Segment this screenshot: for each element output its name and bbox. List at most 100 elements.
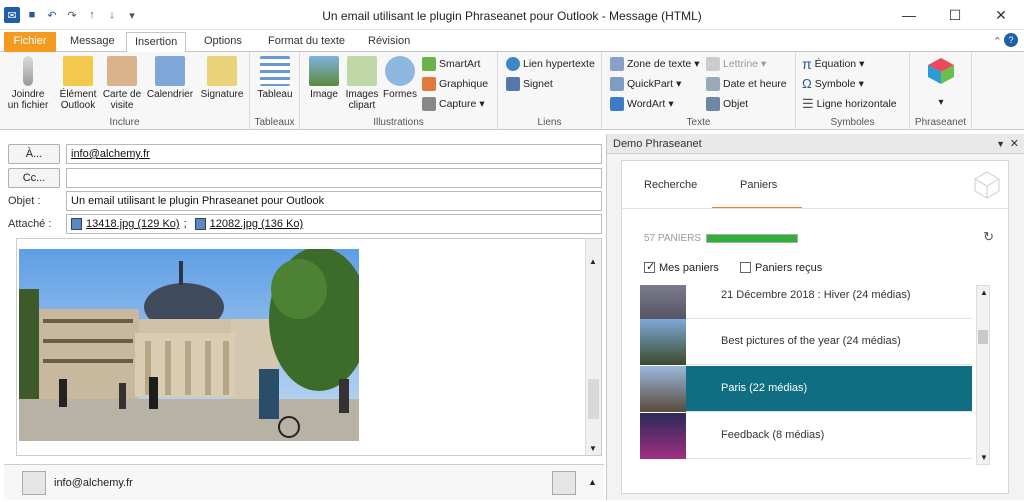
subject-field[interactable]: Un email utilisant le plugin Phraseanet … — [66, 191, 602, 211]
close-icon[interactable]: ✕ — [978, 0, 1024, 30]
phraseanet-button[interactable]: ▾ — [924, 56, 958, 108]
textbox-button[interactable]: Zone de texte ▾ — [610, 55, 700, 73]
list-item[interactable]: 21 Décembre 2018 : Hiver (24 médias) — [640, 285, 972, 319]
group-label: Liens — [537, 117, 562, 128]
scroll-up-arrow-icon[interactable]: ▲ — [589, 257, 597, 266]
list-item[interactable]: Paris (22 médias) — [640, 366, 972, 412]
paris-rotunda-photo — [19, 249, 359, 441]
scroll-thumb[interactable] — [978, 330, 988, 344]
inserted-photo[interactable] — [19, 249, 359, 441]
scroll-down-arrow-icon[interactable]: ▼ — [589, 444, 597, 453]
attachment-1[interactable]: 13418.jpg (129 Ko) — [86, 215, 180, 233]
shapes-icon — [385, 56, 415, 86]
image-file-icon — [71, 218, 82, 230]
to-field[interactable]: info@alchemy.fr — [66, 144, 602, 164]
to-button[interactable]: À... — [8, 144, 60, 164]
group-label: Illustrations — [373, 117, 424, 128]
window-title: Un email utilisant le plugin Phraseanet … — [322, 9, 702, 23]
signature-button[interactable]: Signature — [198, 56, 246, 100]
list-item[interactable]: Feedback (8 médias) — [640, 413, 972, 459]
tab-baskets[interactable]: Paniers — [740, 179, 777, 191]
contact-email[interactable]: info@alchemy.fr — [54, 477, 133, 489]
phraseanet-cube-icon — [928, 58, 954, 84]
list-scrollbar[interactable]: ▲ ▼ — [976, 285, 990, 465]
basket-thumbnail — [640, 285, 686, 319]
tab-search[interactable]: Recherche — [644, 179, 697, 191]
tab-insertion[interactable]: Insertion — [126, 32, 187, 53]
dropdown-arrow-icon: ▾ — [859, 58, 865, 70]
list-item[interactable]: Best pictures of the year (24 médias) — [640, 319, 972, 365]
group-illustrations: Image Images clipart Formes SmartArt Gra… — [300, 52, 498, 130]
received-baskets-checkbox[interactable]: Paniers reçus — [740, 262, 822, 274]
message-scrollbar[interactable]: ▲ ▼ — [585, 239, 601, 455]
dropdown-arrow-icon: ▾ — [676, 78, 682, 90]
cc-button[interactable]: Cc... — [8, 168, 60, 188]
object-button[interactable]: Objet — [706, 95, 748, 113]
panel-content: Recherche Paniers 57 PANIERS ↻ ✓ Mes pani… — [621, 160, 1009, 494]
clipart-button[interactable]: Images clipart — [344, 56, 380, 111]
ribbon: Joindre un fichier Élément Outlook Carte… — [0, 52, 1024, 130]
tab-options[interactable]: Options — [196, 32, 250, 52]
attachment-2[interactable]: 12082.jpg (136 Ko) — [210, 215, 304, 233]
dropcap-icon — [706, 57, 720, 71]
scroll-thumb[interactable] — [588, 379, 599, 419]
my-baskets-checkbox[interactable]: ✓ Mes paniers — [644, 261, 719, 274]
group-label: Inclure — [109, 117, 140, 128]
cc-field[interactable] — [66, 168, 602, 188]
quickpart-button[interactable]: QuickPart ▾ — [610, 75, 681, 93]
camera-icon — [422, 97, 436, 111]
maximize-icon[interactable]: ☐ — [932, 0, 978, 30]
help-icon[interactable]: ? — [1004, 33, 1018, 47]
scroll-up-arrow-icon[interactable]: ▲ — [980, 288, 988, 297]
wordart-button[interactable]: WordArt ▾ — [610, 95, 674, 113]
basket-list: 21 Décembre 2018 : Hiver (24 médias) Bes… — [622, 285, 1008, 495]
scroll-down-arrow-icon[interactable]: ▼ — [980, 453, 988, 462]
attachment-label: Attaché : — [8, 218, 52, 230]
clipart-icon — [347, 56, 377, 86]
subject-label: Objet : — [8, 195, 41, 207]
dropdown-arrow-icon: ▾ — [938, 97, 944, 108]
horizontal-line-icon: ☰ — [802, 96, 814, 111]
minimize-icon[interactable]: — — [886, 0, 932, 30]
tab-message[interactable]: Message — [62, 32, 123, 52]
business-card-button[interactable]: Carte de visite — [100, 56, 144, 111]
refresh-icon[interactable]: ↻ — [983, 229, 994, 245]
tab-format[interactable]: Format du texte — [260, 32, 353, 52]
dropcap-button[interactable]: Lettrine ▾ — [706, 55, 766, 73]
avatar[interactable] — [552, 471, 576, 495]
outlook-item-button[interactable]: Élément Outlook — [56, 56, 100, 111]
equation-button[interactable]: π Équation ▾ — [802, 55, 864, 73]
horizontal-line-button[interactable]: ☰ Ligne horizontale — [802, 95, 897, 113]
expand-people-icon[interactable]: ▲ — [588, 477, 597, 487]
hyperlink-button[interactable]: Lien hypertexte — [506, 55, 595, 73]
chart-button[interactable]: Graphique — [422, 75, 488, 93]
collapse-ribbon-icon[interactable]: ⌃ — [993, 35, 1002, 48]
image-button[interactable]: Image — [306, 56, 342, 100]
avatar[interactable] — [22, 471, 46, 495]
panel-close-icon[interactable]: ✕ — [1010, 134, 1019, 154]
count-bar-fill — [707, 235, 797, 242]
checkbox-unchecked[interactable] — [740, 262, 751, 273]
tab-file[interactable]: Fichier — [4, 32, 56, 52]
compose-area: À... info@alchemy.fr Cc... Objet : Un em… — [4, 134, 604, 500]
shapes-button[interactable]: Formes — [382, 56, 418, 100]
group-tableaux: Tableau Tableaux — [250, 52, 300, 130]
capture-button[interactable]: Capture ▾ — [422, 95, 485, 113]
panel-menu-icon[interactable]: ▼ — [996, 134, 1005, 154]
symbol-button[interactable]: Ω Symbole ▾ — [802, 75, 864, 93]
calendar-button[interactable]: Calendrier — [146, 56, 194, 100]
bookmark-button[interactable]: Signet — [506, 75, 553, 93]
envelope-icon — [63, 56, 93, 86]
paperclip-icon — [23, 56, 33, 86]
panel-divider — [622, 208, 1008, 209]
table-button[interactable]: Tableau — [254, 56, 296, 100]
group-label: Tableaux — [254, 117, 295, 128]
smartart-button[interactable]: SmartArt — [422, 55, 480, 73]
checkbox-checked[interactable]: ✓ — [644, 261, 655, 273]
group-texte: Zone de texte ▾ Lettrine ▾ QuickPart ▾ Date… — [602, 52, 796, 130]
attach-file-button[interactable]: Joindre un fichier — [6, 56, 50, 111]
date-time-button[interactable]: Date et heure — [706, 75, 787, 93]
message-body[interactable]: ▲ ▼ — [16, 238, 602, 456]
tab-revision[interactable]: Révision — [360, 32, 418, 52]
calendar-icon — [155, 56, 185, 86]
